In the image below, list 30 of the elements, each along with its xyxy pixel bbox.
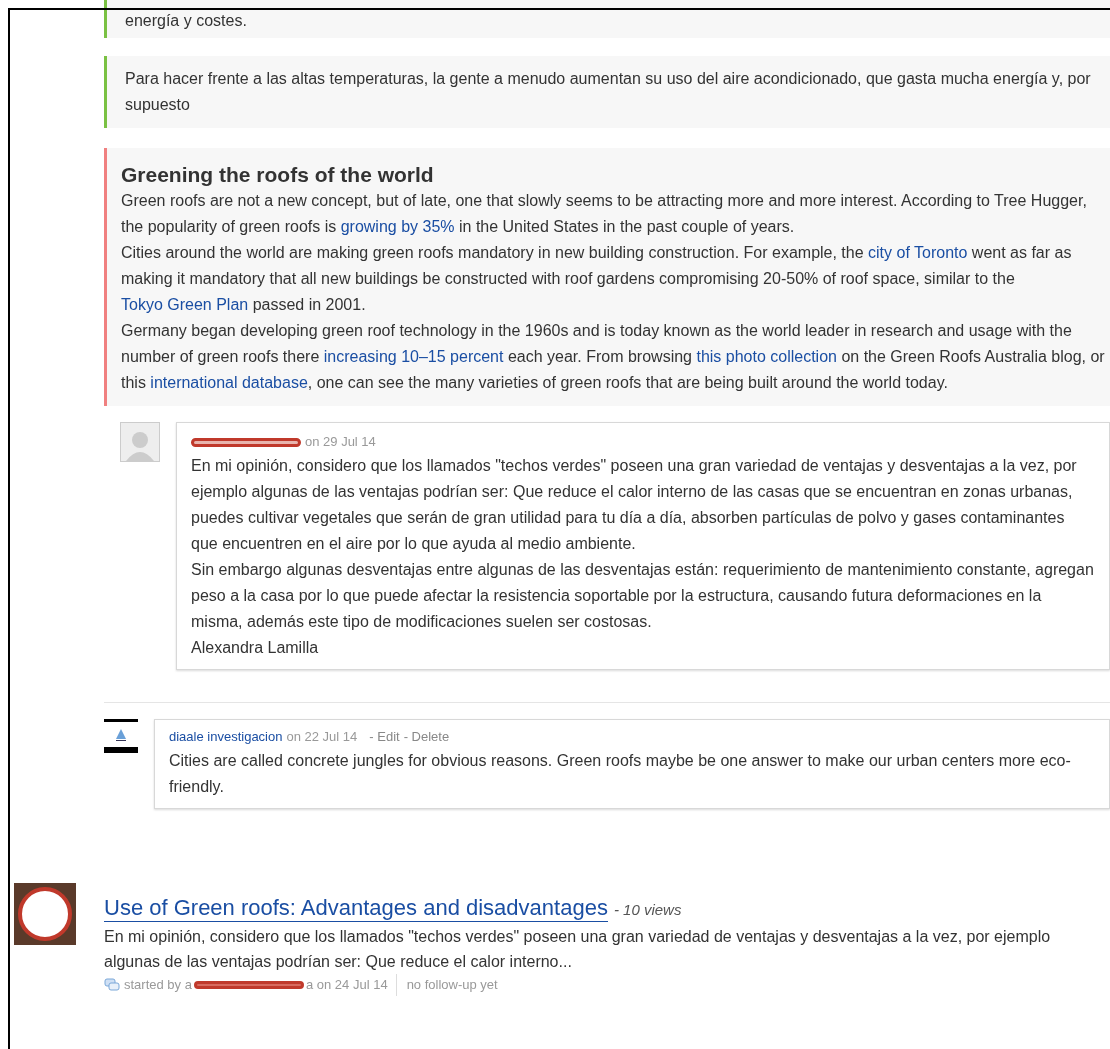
article-paragraph: Green roofs are not a new concept, but of late, one that slowly seems to be attracting more and more interest. According to Tree Hugger, the popularity of green roofs is growing by 35% in the United States in the past couple of years. bbox=[121, 191, 1088, 237]
avatar-photo-placeholder bbox=[14, 883, 76, 945]
article-paragraph: Germany began developing green roof technology in the 1960s and is today known as the world leader in research and usage with the number of green roofs there increasing 10–15 percent each year. From browsing this photo collection on the Green Roofs Australia blog, or this international database, one can see the many varieties of green roofs that are being built around the world today. bbox=[121, 321, 1106, 393]
author-link[interactable]: diaale investigacion bbox=[169, 726, 283, 748]
comment-text: Alexandra Lamilla bbox=[191, 638, 320, 658]
article-link[interactable]: Tokyo Green Plan bbox=[121, 296, 249, 313]
followup-status: no follow-up yet bbox=[405, 976, 498, 994]
comment-text: En mi opinión, considero que los llamados "techos verdes" poseen una gran variedad de ventajas y desventajas a la vez, por ejemplo algunas de las ventajas podrían ser: Que reduce el calor interno de las casas que se encuentran en zonas urbanas, puedes cultivar vegetales que serán de gran utilidad para tu día a día, absorben partículas de polvo y gases contaminantes que encuentren en el aire por lo que ayuda al medio ambiente. bbox=[191, 456, 1078, 554]
post-excerpt: En mi opinión, considero que los llamados "techos verdes" poseen una gran variedad de ventajas y desventajas a la vez, por ejemplo algunas de las ventajas podrían ser: Que reduce el calor interno... bbox=[104, 927, 1052, 972]
post-date: a on 24 Jul 14 bbox=[305, 974, 397, 996]
comment-text: Cities are called concrete jungles for obvious reasons. Green roofs maybe be one answer to make our urban centers more eco-friendly. bbox=[169, 751, 1072, 797]
article-link[interactable]: this photo collection bbox=[696, 348, 837, 365]
comment-date: on 22 Jul 14 bbox=[286, 728, 358, 746]
article-link[interactable]: growing by 35% bbox=[340, 218, 455, 235]
article-link[interactable]: city of Toronto bbox=[868, 244, 968, 261]
comment-date: on 29 Jul 14 bbox=[305, 433, 376, 451]
article-link[interactable]: increasing 10–15 percent bbox=[323, 348, 504, 365]
comment-action-link[interactable]: - Delete bbox=[403, 726, 450, 748]
view-count: - 10 views bbox=[613, 900, 682, 920]
started-by-text: started by a bbox=[124, 976, 192, 994]
avatar-placeholder bbox=[120, 422, 160, 462]
article-link[interactable]: international database bbox=[150, 374, 308, 391]
quote-text: Para hacer frente a las altas temperaturas, la gente a menudo aumentan su uso del aire acondicionado, que gasta mucha energía y, por supuesto bbox=[125, 69, 1092, 115]
comment-text: Sin embargo algunas desventajas entre algunas de las desventajas están: requerimiento de mantenimiento constante, agregan peso a la casa por lo que puede afectar la resistencia soportable por la estructura, causando futura deformaciones en la misma, además este tipo de modificaciones suelen ser costosas. bbox=[191, 560, 1095, 632]
speech-bubbles-icon bbox=[104, 978, 120, 992]
article-paragraph: Cities around the world are making green roofs mandatory in new building construction. For example, the city of Toronto went as far as making it mandatory that all new buildings be constructed with roof gardens compromising 20-50% of roof space, similar to the Tokyo Green Plan passed in 2001. bbox=[121, 243, 1073, 315]
post-title-link[interactable]: Use of Green roofs: Advantages and disadvantages bbox=[104, 895, 608, 922]
article-title: Greening the roofs of the world bbox=[121, 162, 435, 188]
comment-action-link[interactable]: - Edit bbox=[369, 726, 400, 748]
quote-text: energía y costes. bbox=[125, 11, 248, 31]
